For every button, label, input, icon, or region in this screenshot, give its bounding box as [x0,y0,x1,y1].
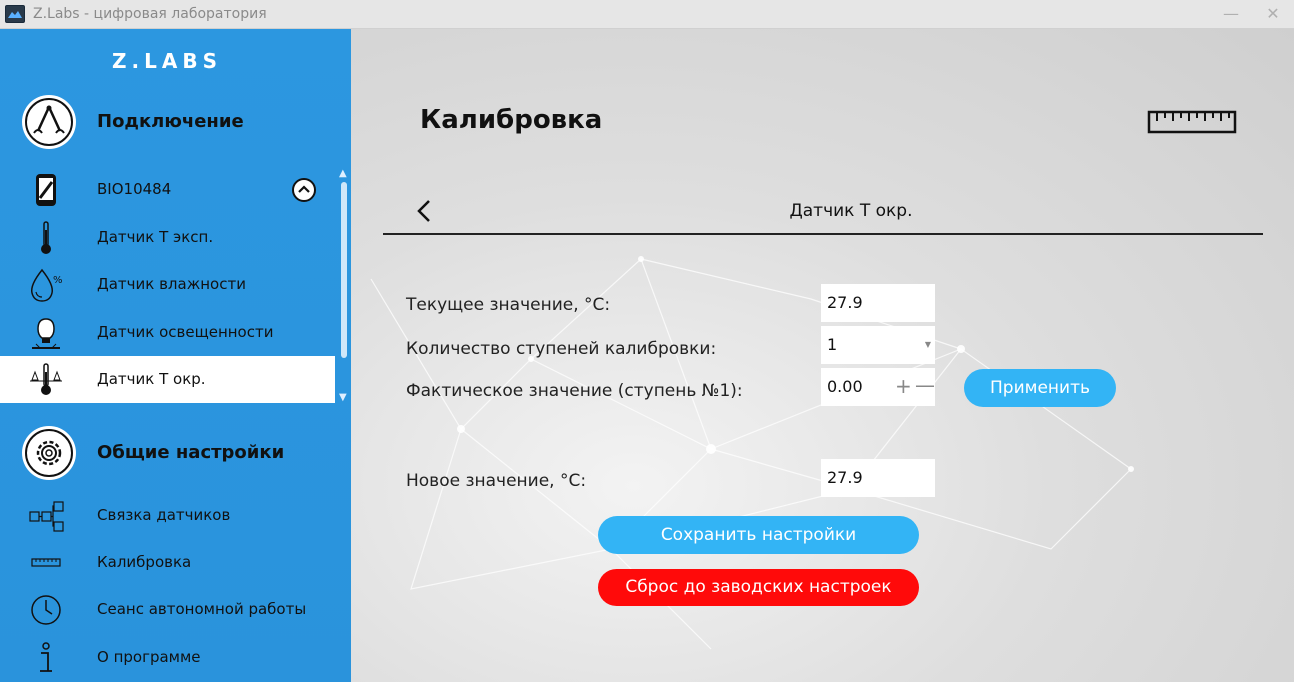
new-value-label: Новое значение, °С: [406,471,587,491]
lightbulb-icon [26,315,66,351]
info-icon [26,640,66,676]
current-value-label: Текущее значение, °С: [406,295,611,315]
new-value-field[interactable]: 27.9 [821,459,935,497]
gear-icon [22,426,76,480]
steps-value: 1 [827,335,838,354]
main-panel: Калибровка Датчик Т окр. Текущее значени… [351,29,1294,682]
scroll-thumb[interactable] [341,182,347,358]
clock-icon [26,592,66,628]
new-value-text: 27.9 [827,468,863,487]
dropdown-arrow-icon: ▼ [924,340,931,349]
divider [383,233,1263,235]
svg-text:%: % [53,275,63,286]
settings-title: Общие настройки [97,442,285,463]
sidebar-item-humidity[interactable]: % Датчик влажности [0,261,335,308]
actual-value-label: Фактическое значение (ступень №1): [406,381,743,401]
sidebar-item-label: О программе [97,648,201,666]
sidebar-item-sensor-t-exp[interactable]: Датчик Т эксп. [0,214,335,261]
sidebar-item-label: Датчик освещенности [97,323,274,341]
title-bar: Z.Labs - цифровая лаборатория — ✕ [0,0,1294,29]
current-value-field[interactable]: 27.9 [821,284,935,322]
sidebar-item-sensor-t-amb[interactable]: Датчик Т окр. [0,356,335,403]
scroll-down-icon[interactable]: ▼ [339,392,347,403]
sidebar-item-about[interactable]: О программе [0,634,335,681]
thermometer-icon [26,220,66,256]
plus-button[interactable]: + [895,374,912,398]
sidebar-item-label: Калибровка [97,553,192,571]
connection-icon [22,95,76,149]
device-label: BIO10484 [97,180,172,198]
steps-label: Количество ступеней калибровки: [406,339,717,359]
device-item[interactable]: BIO10484 [0,166,335,213]
factory-reset-button[interactable]: Сброс до заводских настроек [598,569,919,606]
actual-value-text: 0.00 [827,377,863,396]
sidebar-item-light[interactable]: Датчик освещенности [0,309,335,356]
minimize-button[interactable]: — [1220,4,1242,24]
ruler-icon [26,545,66,581]
close-button[interactable]: ✕ [1262,4,1284,24]
sidebar-item-calibration[interactable]: Калибровка [0,539,335,586]
sidebar-scrollbar[interactable]: ▲ ▼ [337,168,349,408]
sidebar-item-label: Датчик влажности [97,275,246,293]
current-value-text: 27.9 [827,293,863,312]
humidity-icon: % [26,267,66,303]
save-settings-button[interactable]: Сохранить настройки [598,516,919,554]
sidebar-item-sensor-link[interactable]: Связка датчиков [0,492,335,539]
app-icon [5,5,25,23]
sidebar-item-label: Связка датчиков [97,506,231,524]
collapse-button[interactable] [292,178,316,202]
sidebar-item-autonomous[interactable]: Сеанс автономной работы [0,586,335,633]
scroll-up-icon[interactable]: ▲ [339,168,347,179]
sidebar: Z.LABS Подключение BIO10484 Датчик Т экс… [0,29,351,682]
connection-title: Подключение [97,111,244,132]
logo: Z.LABS [112,49,222,73]
page-title: Калибровка [420,105,603,135]
ruler-icon [1147,110,1237,134]
connection-section-header[interactable]: Подключение [0,91,340,151]
sensor-link-icon [26,498,66,534]
minus-button[interactable]: — [915,373,935,397]
actual-value-stepper[interactable]: 0.00 + — [821,368,935,406]
sidebar-item-label: Датчик Т окр. [97,370,206,388]
device-icon [26,172,66,208]
window-title: Z.Labs - цифровая лаборатория [33,6,267,22]
sidebar-item-label: Датчик Т эксп. [97,228,214,246]
apply-button[interactable]: Применить [964,369,1116,407]
steps-select[interactable]: 1 ▼ [821,326,935,364]
ambient-thermometer-icon [26,362,66,398]
settings-section-header[interactable]: Общие настройки [0,422,340,482]
sensor-subtitle: Датчик Т окр. [789,201,913,221]
chevron-up-icon [298,185,310,193]
sidebar-item-label: Сеанс автономной работы [97,600,307,618]
